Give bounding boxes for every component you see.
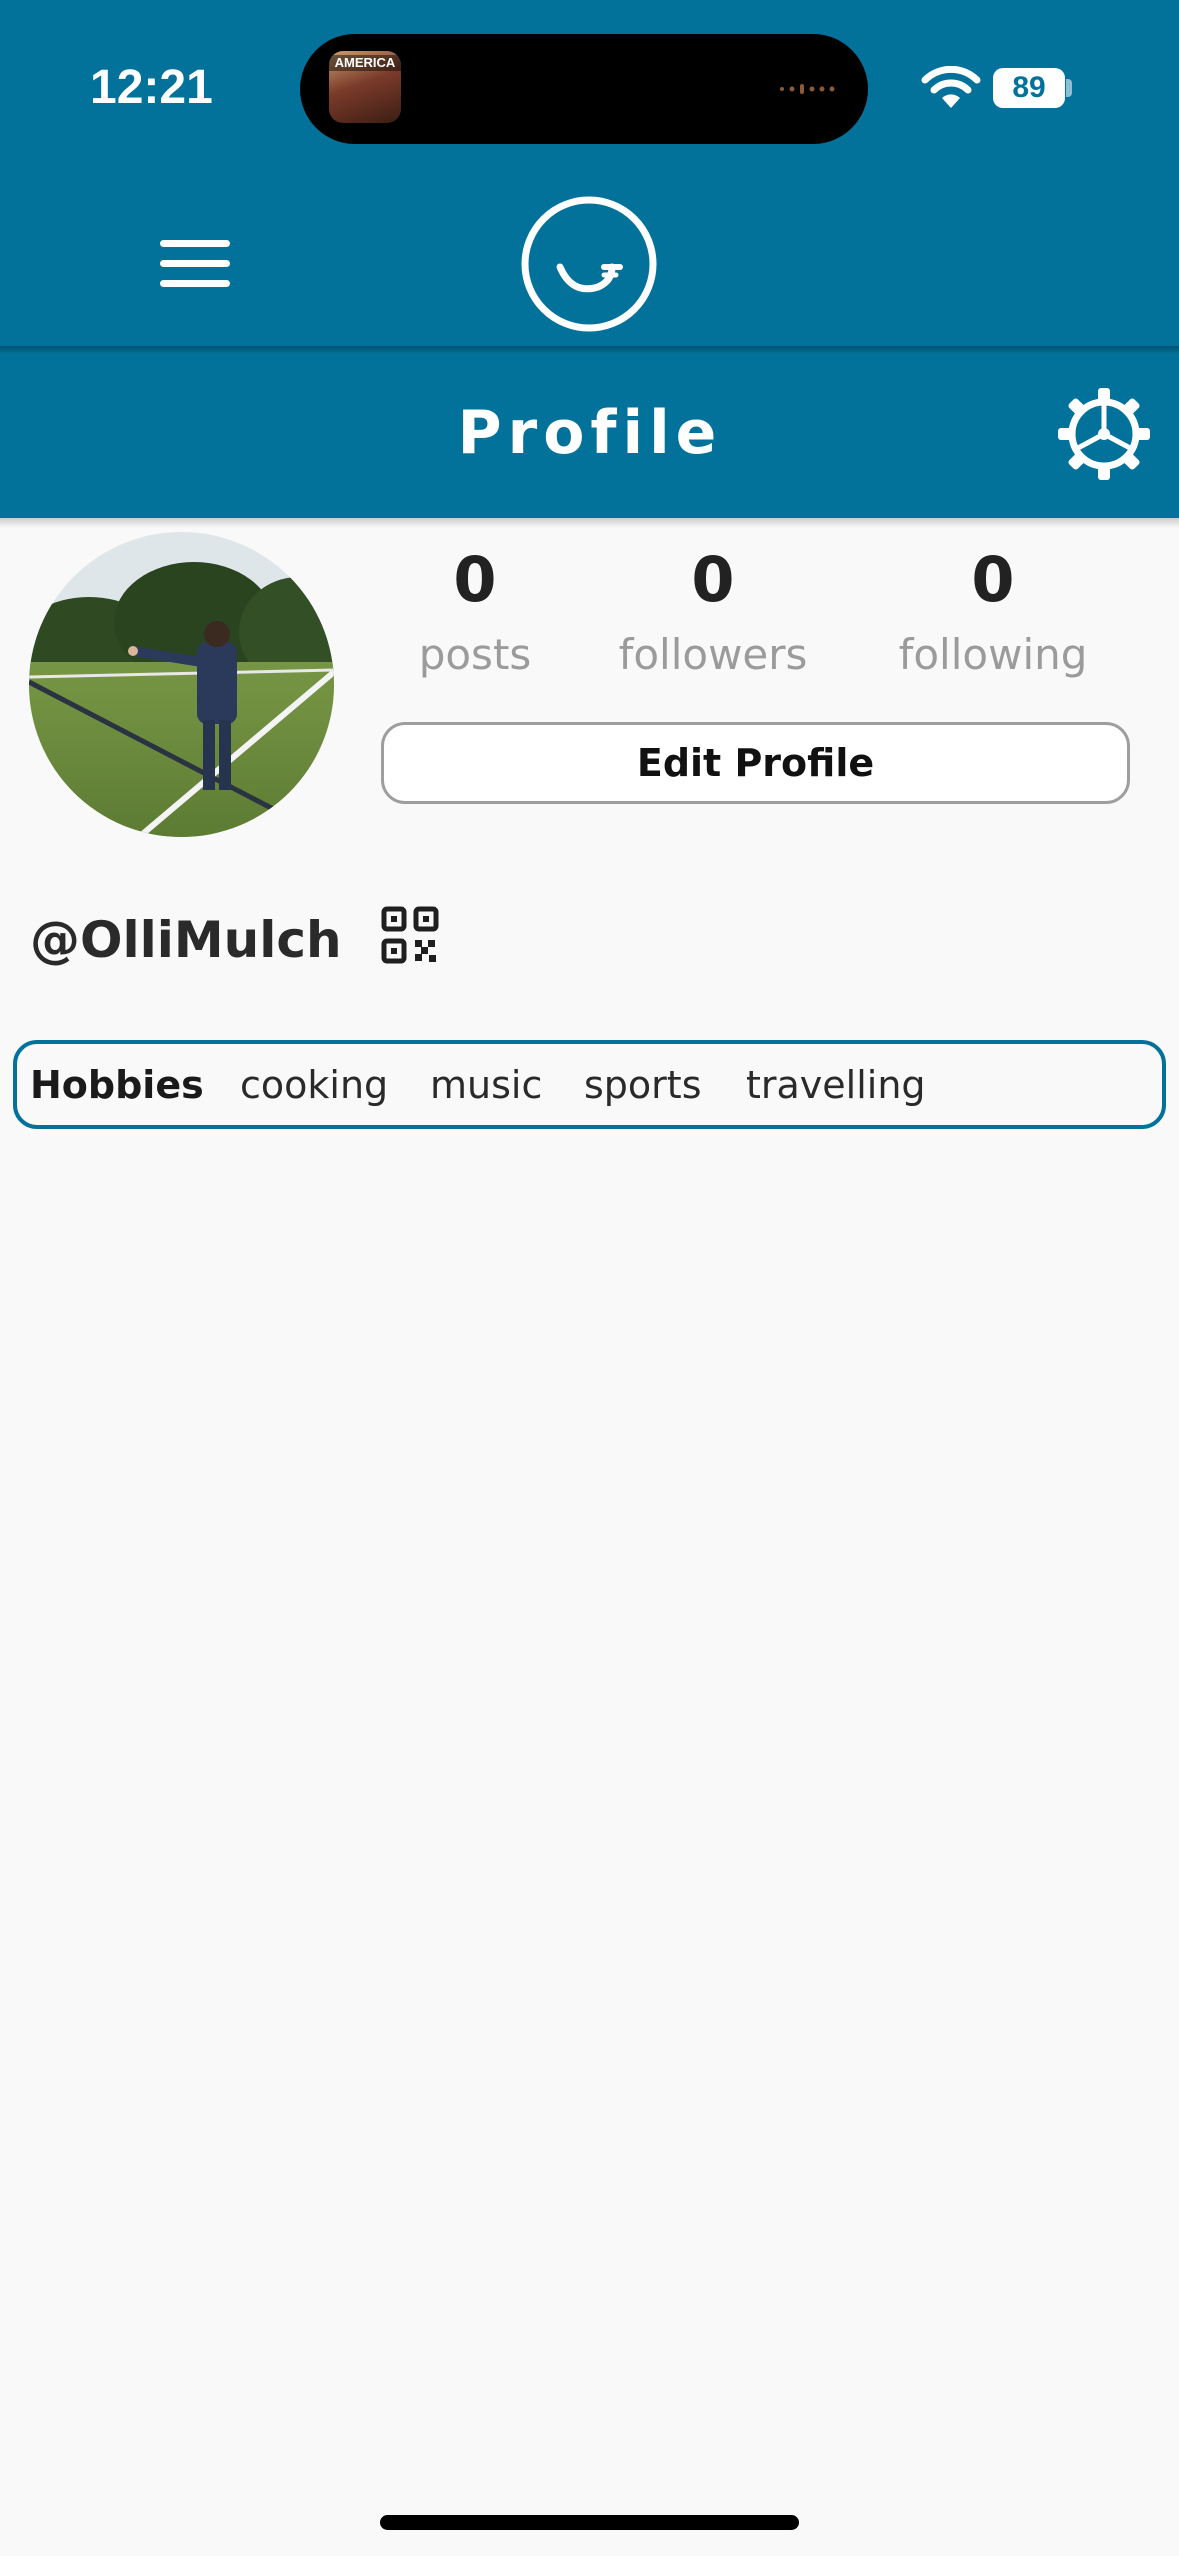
profile-avatar[interactable] [29, 532, 334, 837]
username: @OlliMulch [30, 911, 342, 969]
hamburger-icon[interactable] [160, 240, 230, 288]
smile-logo-icon[interactable] [520, 195, 658, 333]
page-title: Profile [457, 398, 723, 468]
following-count[interactable]: 0 [863, 540, 1123, 620]
audio-waveform-icon [780, 84, 835, 94]
hobby-tag-travelling[interactable]: travelling [746, 1052, 926, 1118]
hobby-tag-cooking[interactable]: cooking [240, 1052, 388, 1118]
qr-code-icon[interactable] [381, 906, 439, 964]
gear-icon[interactable] [1058, 388, 1150, 480]
home-indicator[interactable] [380, 2515, 799, 2530]
now-playing-artwork-text: AMERICA [329, 55, 401, 71]
hobby-tag-music[interactable]: music [430, 1052, 542, 1118]
hobby-tag-sports[interactable]: sports [584, 1052, 702, 1118]
posts-count[interactable]: 0 [345, 540, 605, 620]
edit-profile-button[interactable]: Edit Profile [381, 722, 1130, 804]
wifi-icon [921, 66, 981, 108]
dynamic-island[interactable]: AMERICA [300, 34, 868, 144]
battery-level: 89 [1012, 71, 1046, 104]
followers-count[interactable]: 0 [583, 540, 843, 620]
status-time: 12:21 [90, 61, 213, 114]
hobbies-title: Hobbies [30, 1063, 204, 1107]
following-label[interactable]: following [863, 625, 1123, 685]
avatar-photo [29, 532, 334, 837]
posts-label[interactable]: posts [345, 625, 605, 685]
battery-tip [1066, 79, 1072, 97]
now-playing-artwork[interactable]: AMERICA [329, 51, 401, 123]
header-shadow [0, 518, 1179, 528]
followers-label[interactable]: followers [583, 625, 843, 685]
battery-indicator: 89 [993, 68, 1065, 108]
header-divider [0, 346, 1179, 354]
